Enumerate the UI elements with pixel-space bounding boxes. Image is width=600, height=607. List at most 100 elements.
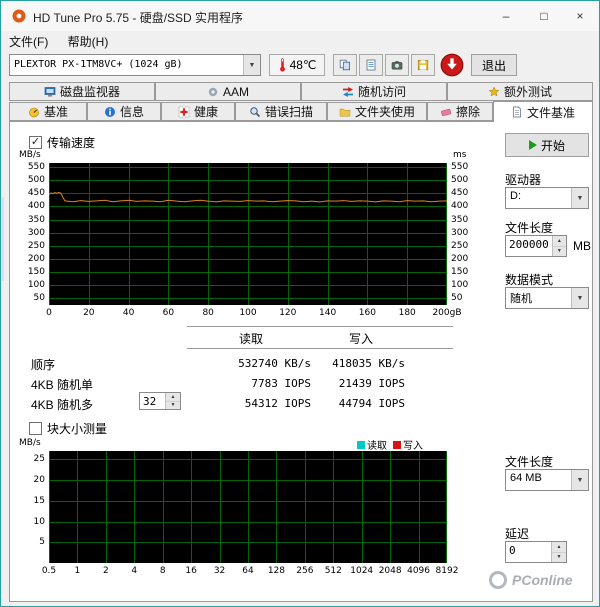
axis-tick-label: 200 [451, 253, 469, 264]
tab-benchmark[interactable]: 基准 [9, 102, 87, 121]
close-button[interactable]: × [561, 1, 599, 31]
transfer-speed-checkbox[interactable]: ✓ 传输速度 [29, 134, 95, 151]
menu-help[interactable]: 帮助(H) [60, 31, 117, 52]
tab-random-access[interactable]: 随机访问 [301, 82, 447, 101]
chevron-down-icon: ▼ [243, 55, 260, 75]
tab-label: 基准 [43, 105, 68, 119]
tab-label: 健康 [193, 105, 218, 119]
queue-depth-value: 32 [143, 395, 157, 408]
menu-bar: 文件(F) 帮助(H) [1, 31, 599, 51]
stepper-arrows[interactable]: ▲ ▼ [551, 236, 566, 256]
app-icon [12, 9, 26, 23]
axis-tick-label: 150 [451, 267, 469, 278]
axis-tick-label: 400 [451, 201, 469, 212]
tab-file-benchmark[interactable]: 文件基准 [493, 101, 593, 122]
copy-text-icon [366, 59, 376, 71]
legend-item: 写入 [393, 437, 423, 452]
axis-tick-label: 20 [83, 308, 95, 318]
erase-icon [441, 108, 452, 116]
transfer-speed-label: 传输速度 [47, 136, 96, 150]
start-button[interactable]: 开始 [505, 133, 589, 157]
stepper-arrows[interactable]: ▲ ▼ [165, 393, 180, 409]
drive-select[interactable]: D: ▼ [505, 187, 589, 209]
update-button[interactable] [439, 52, 465, 78]
file-length-stepper[interactable]: 200000 ▲ ▼ [505, 235, 567, 257]
axis-tick-label: 140 [319, 308, 337, 318]
tab-label: AAM [222, 84, 249, 99]
menu-file[interactable]: 文件(F) [1, 31, 56, 52]
data-mode-select[interactable]: 随机 ▼ [505, 287, 589, 309]
axis-tick-label: 0 [46, 308, 52, 318]
thermometer-icon [279, 58, 285, 72]
device-select[interactable]: PLEXTOR PX-1TM8VC+ (1024 gB) ▼ [9, 54, 261, 76]
device-select-value: PLEXTOR PX-1TM8VC+ (1024 gB) [14, 59, 183, 70]
tab-health[interactable]: 健康 [161, 102, 235, 121]
sequential-write-value: 418035 KB/s [332, 357, 405, 370]
axis-tick-label: 550 [27, 161, 45, 172]
file-length-label: 文件长度 [505, 221, 554, 235]
random-access-icon [342, 86, 353, 97]
queue-depth-stepper[interactable]: 32 ▲ ▼ [139, 392, 181, 410]
maximize-icon: □ [540, 9, 548, 23]
latency-label: 延迟 [505, 527, 530, 541]
tab-folder-usage[interactable]: 文件夹使用 [327, 102, 427, 121]
save-button[interactable] [411, 54, 435, 76]
axis-tick-label: 10 [33, 516, 45, 527]
axis-tick-label: 100 [451, 280, 469, 291]
axis-tick-label: 25 [33, 454, 45, 465]
minimize-button[interactable]: – [487, 1, 525, 31]
y-axis-right-unit-label: ms [453, 150, 467, 160]
exit-button[interactable]: 退出 [471, 54, 517, 76]
axis-tick-label: 500 [451, 175, 469, 186]
axis-tick-label: 150 [27, 267, 45, 278]
temperature-indicator: 48℃ [269, 54, 325, 76]
drive-label: 驱动器 [505, 173, 542, 187]
transfer-speed-chart: 50 50 100 100 150 150 200 200 250 250 300 300 350 350… [19, 150, 481, 326]
title-bar: HD Tune Pro 5.75 - 硬盘/SSD 实用程序 – □ × [1, 1, 599, 31]
chevron-down-icon: ▼ [571, 470, 588, 490]
stepper-arrows[interactable]: ▲ ▼ [551, 542, 566, 562]
chevron-down-icon: ▼ [571, 188, 588, 208]
axis-tick-label: 200gB [432, 308, 462, 318]
tab-aam[interactable]: AAM [155, 82, 301, 101]
tab-label: 额外测试 [503, 85, 552, 99]
drive-select-value: D: [510, 190, 521, 202]
tab-disk-monitor[interactable]: 磁盘监视器 [9, 82, 155, 101]
copy-image-button[interactable] [333, 54, 357, 76]
temperature-value: 48℃ [289, 58, 317, 72]
axis-tick-label: 350 [27, 214, 45, 225]
tab-label: 错误扫描 [264, 105, 313, 119]
axis-tick-label: 40 [122, 308, 135, 318]
error-scan-icon [250, 106, 261, 117]
chart-plot-area [49, 451, 447, 563]
axis-tick-label: 200 [27, 253, 45, 264]
chevron-down-icon: ▼ [571, 288, 588, 308]
copy-text-button[interactable] [359, 54, 383, 76]
latency-stepper[interactable]: 0 ▲ ▼ [505, 541, 567, 563]
4kb-multi-read-value: 54312 IOPS [244, 397, 311, 410]
screenshot-button[interactable] [385, 54, 409, 76]
row-label-4kb-multi: 4KB 随机多 [31, 398, 94, 412]
axis-tick-label: 300 [451, 227, 469, 238]
aam-icon [208, 87, 218, 96]
file-length-unit: MB [573, 239, 591, 253]
tab-label: 文件基准 [526, 105, 575, 120]
health-icon [178, 106, 190, 117]
maximize-button[interactable]: □ [525, 1, 563, 31]
chart-plot-area [49, 163, 447, 305]
tab-extra-tests[interactable]: 额外测试 [447, 82, 593, 101]
file-length2-select[interactable]: 64 MB ▼ [505, 469, 589, 491]
stepper-down-icon: ▼ [552, 552, 566, 562]
axis-tick-label: 5 [39, 537, 45, 548]
tab-erase[interactable]: 擦除 [427, 102, 493, 121]
tab-info[interactable]: 信息 [87, 102, 161, 121]
pconline-watermark: PConline [489, 571, 573, 589]
tab-error-scan[interactable]: 错误扫描 [235, 102, 327, 121]
start-button-label: 开始 [540, 138, 565, 153]
table-divider-bottom [187, 348, 453, 349]
column-header-read: 读取 [238, 332, 263, 346]
axis-tick-label: 450 [27, 188, 45, 199]
pconline-logo-icon [489, 571, 507, 589]
legend-item: 读取 [357, 437, 387, 452]
camera-icon [391, 61, 403, 70]
